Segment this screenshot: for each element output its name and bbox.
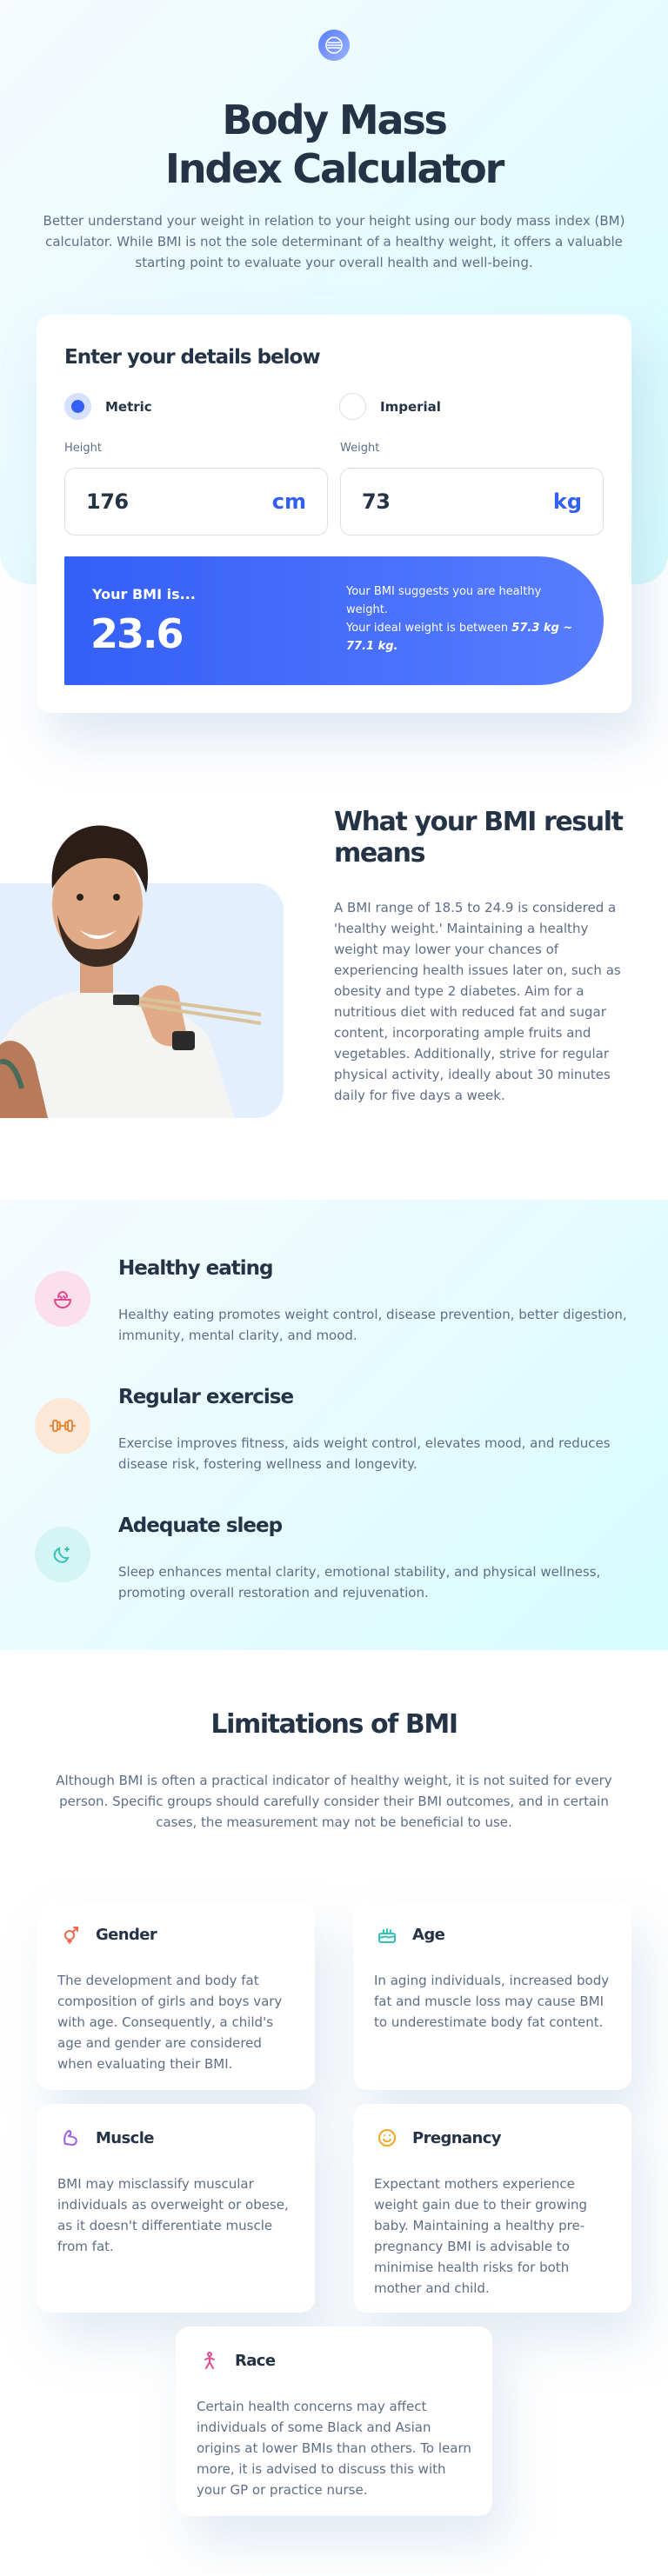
limitation-title: Race bbox=[235, 2351, 276, 2370]
gender-icon bbox=[57, 1921, 84, 1947]
tip-text-adequate-sleep: Sleep enhances mental clarity, emotional… bbox=[118, 1564, 601, 1601]
meaning-title: What your BMI result means bbox=[334, 807, 624, 869]
moon-icon bbox=[35, 1527, 90, 1582]
limitation-text: In aging individuals, increased body fat… bbox=[374, 1973, 610, 2030]
height-unit: cm bbox=[271, 489, 306, 514]
radio-selected-indicator bbox=[64, 393, 91, 420]
page-title: Body Mass Index Calculator bbox=[73, 96, 595, 193]
radio-indicator bbox=[339, 393, 366, 420]
meaning-text: A BMI range of 18.5 to 24.9 is considere… bbox=[334, 900, 621, 1103]
birthday-cake-icon bbox=[374, 1921, 400, 1947]
title-line-2: Index Calculator bbox=[164, 145, 504, 192]
limitation-title: Gender bbox=[96, 1925, 157, 1944]
ideal-weight-prefix: Your ideal weight is between bbox=[346, 622, 512, 635]
limitation-card-pregnancy: Pregnancy Expectant mothers experience w… bbox=[353, 2104, 631, 2313]
calculator-card: Enter your details below Metric Imperial… bbox=[37, 315, 631, 713]
limitation-card-muscle: Muscle BMI may misclassify muscular indi… bbox=[37, 2104, 315, 2313]
flexed-arm-icon bbox=[57, 2125, 84, 2151]
tip-text-healthy-eating: Healthy eating promotes weight control, … bbox=[118, 1307, 627, 1343]
imperial-radio[interactable]: Imperial bbox=[339, 393, 441, 420]
limitation-title: Age bbox=[412, 1925, 445, 1944]
limitation-text: Expectant mothers experience weight gain… bbox=[374, 2176, 588, 2296]
tip-title-healthy-eating: Healthy eating bbox=[118, 1257, 273, 1280]
bmi-result-message: Your BMI suggests you are healthy weight… bbox=[346, 582, 581, 656]
food-bowl-icon bbox=[35, 1271, 90, 1327]
height-label: Height bbox=[64, 442, 102, 455]
limitations-description: Although BMI is often a practical indica… bbox=[56, 1773, 612, 1830]
bmi-result-panel: Your BMI is... 23.6 Your BMI suggests yo… bbox=[64, 556, 604, 685]
bmi-result-value: 23.6 bbox=[90, 610, 184, 657]
imperial-label: Imperial bbox=[380, 398, 441, 415]
race-icon bbox=[197, 2347, 223, 2373]
limitation-card-race: Race Certain health concerns may affect … bbox=[176, 2326, 492, 2516]
pregnancy-icon bbox=[374, 2125, 400, 2151]
height-value: 176 bbox=[86, 489, 129, 514]
tip-text-regular-exercise: Exercise improves fitness, aids weight c… bbox=[118, 1435, 611, 1472]
tip-title-regular-exercise: Regular exercise bbox=[118, 1386, 294, 1408]
calculator-title: Enter your details below bbox=[64, 346, 321, 369]
weight-label: Weight bbox=[340, 442, 380, 455]
limitation-text: The development and body fat composition… bbox=[57, 1973, 283, 2072]
limitation-text: Certain health concerns may affect indiv… bbox=[197, 2399, 471, 2498]
hero-description: Better understand your weight in relatio… bbox=[43, 213, 625, 270]
limitation-title: Pregnancy bbox=[412, 2128, 502, 2147]
limitation-text: BMI may misclassify muscular individuals… bbox=[57, 2176, 289, 2254]
height-input[interactable]: 176 cm bbox=[64, 468, 328, 536]
bmi-status-text: Your BMI suggests you are healthy weight… bbox=[346, 585, 542, 616]
limitations-title: Limitations of BMI bbox=[210, 1709, 458, 1740]
weight-unit: kg bbox=[552, 489, 582, 514]
bmi-result-label: Your BMI is... bbox=[92, 586, 196, 602]
weight-value: 73 bbox=[362, 489, 391, 514]
limitation-card-age: Age In aging individuals, increased body… bbox=[353, 1900, 631, 2090]
tip-title-adequate-sleep: Adequate sleep bbox=[118, 1514, 283, 1537]
limitation-title: Muscle bbox=[96, 2128, 154, 2147]
dumbbell-icon bbox=[35, 1398, 90, 1454]
logo-icon bbox=[318, 30, 350, 61]
title-line-1: Body Mass bbox=[222, 97, 448, 143]
metric-radio[interactable]: Metric bbox=[64, 393, 152, 420]
man-eating-illustration bbox=[0, 810, 261, 1118]
limitation-card-gender: Gender The development and body fat comp… bbox=[37, 1900, 315, 2090]
metric-label: Metric bbox=[105, 398, 152, 415]
weight-input[interactable]: 73 kg bbox=[340, 468, 604, 536]
